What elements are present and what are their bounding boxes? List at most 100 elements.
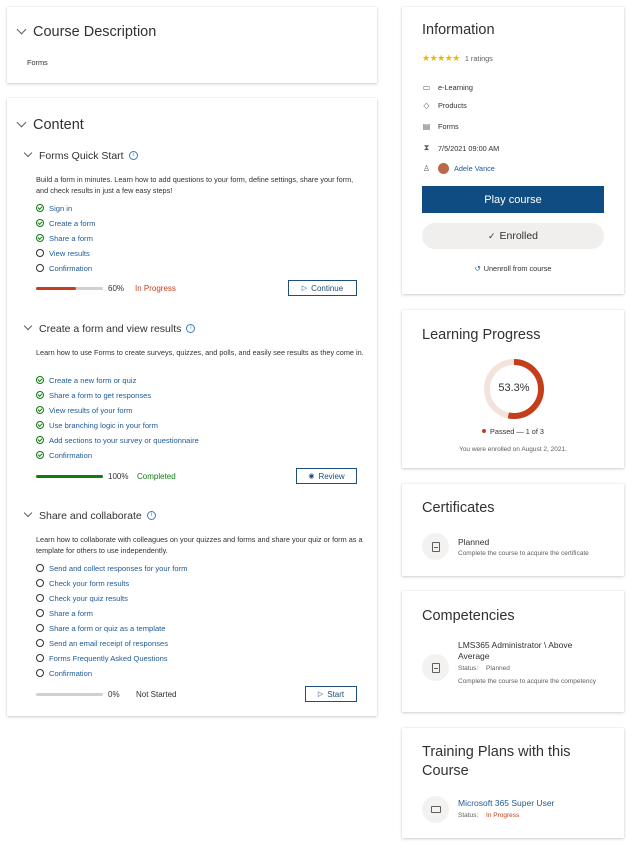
step-item[interactable]: Share a form	[36, 608, 93, 618]
card-title: Information	[422, 22, 495, 38]
legend-dot	[482, 429, 487, 433]
step-status-icon	[36, 391, 44, 399]
competencies-card: Competencies LMS365 Administrator \ Abov…	[402, 591, 624, 712]
step-status-icon	[36, 451, 44, 459]
section-title: Content	[33, 117, 84, 133]
step-item[interactable]: View results of your form	[36, 405, 132, 415]
step-status-icon	[36, 564, 44, 572]
module-description: Build a form in minutes. Learn how to ad…	[36, 175, 354, 195]
module-title: Create a form and view results	[39, 323, 182, 335]
hourglass-icon: ⧗	[423, 143, 430, 152]
enrolled-note: You were enrolled on August 2, 2021.	[459, 446, 567, 453]
continue-button[interactable]: ▷ Continue	[288, 280, 357, 296]
certificate-icon	[431, 541, 440, 552]
step-item[interactable]: Add sections to your survey or questionn…	[36, 435, 199, 445]
step-status-icon	[36, 669, 44, 677]
step-status-icon	[36, 609, 44, 617]
checkmark-icon: ✓	[487, 230, 496, 241]
training-plans-card: Training Plans with this Course Microsof…	[402, 728, 624, 838]
info-icon[interactable]: i	[146, 510, 156, 520]
step-item[interactable]: Share a form	[36, 233, 93, 243]
competency-badge	[422, 654, 449, 681]
step-status-icon	[36, 219, 44, 227]
undo-icon: ↺	[474, 264, 481, 273]
competency-status: Status: Planned	[458, 665, 510, 672]
step-item[interactable]: Create a form	[36, 218, 95, 228]
learning-progress-card: Learning Progress 53.3% Passed — 1 of 3 …	[402, 310, 624, 468]
module-title: Share and collaborate	[39, 510, 142, 522]
step-status-icon	[36, 639, 44, 647]
step-status-icon	[36, 436, 44, 444]
module-header[interactable]: Forms Quick Start i	[23, 148, 138, 162]
progress-bar	[36, 693, 103, 696]
chevron-down-icon	[23, 508, 33, 518]
module-header[interactable]: Create a form and view results i	[23, 321, 196, 335]
progress-fill	[36, 287, 77, 290]
step-item[interactable]: Share a form to get responses	[36, 390, 151, 400]
step-item[interactable]: Check your form results	[36, 578, 129, 588]
folder-icon	[430, 806, 441, 813]
step-status-icon	[36, 624, 44, 632]
competency-title[interactable]: LMS365 Administrator \ Above Average	[458, 640, 598, 662]
play-course-button[interactable]: Play course	[422, 186, 604, 213]
progress-status: Completed	[137, 472, 176, 481]
progress-status: In Progress	[135, 284, 176, 293]
tag-icon: ◇	[423, 101, 430, 110]
star-rating[interactable]: ★★★★★	[422, 53, 460, 64]
enrolled-button[interactable]: ✓ Enrolled	[422, 223, 604, 249]
card-title: Learning Progress	[422, 327, 541, 343]
chevron-down-icon	[23, 148, 33, 158]
step-item[interactable]: View results	[36, 248, 90, 258]
card-title: Training Plans with this Course	[422, 744, 571, 779]
step-status-icon	[36, 406, 44, 414]
step-item[interactable]: Confirmation	[36, 450, 92, 460]
step-status-icon	[36, 594, 44, 602]
certificate-title[interactable]: Planned	[458, 537, 489, 547]
step-item[interactable]: Use branching logic in your form	[36, 420, 158, 430]
author-row: ♙ Adele Vance	[421, 163, 495, 174]
step-item[interactable]: Confirmation	[36, 263, 92, 273]
progress-bar	[36, 287, 103, 290]
course-description-card: Course Description Forms	[7, 7, 377, 83]
module-title: Forms Quick Start	[39, 150, 124, 162]
chevron-down-icon	[16, 117, 27, 127]
certificates-card: Certificates Planned Complete the course…	[402, 484, 624, 576]
chevron-down-icon	[23, 321, 33, 331]
calendar-icon: ▤	[422, 122, 431, 131]
progress-percent: 60%	[108, 284, 125, 293]
step-status-icon	[36, 421, 44, 429]
start-button[interactable]: ▷ Start	[305, 686, 357, 702]
info-icon[interactable]: i	[128, 150, 138, 160]
format-row: ▭ e-Learning	[422, 83, 473, 92]
content-header[interactable]: Content	[16, 117, 84, 133]
content-card: Content Forms Quick Start i Build a form…	[7, 98, 377, 716]
category-row: ◇ Products	[421, 101, 466, 110]
step-status-icon	[36, 249, 44, 257]
step-item[interactable]: Share a form or quiz as a template	[36, 623, 166, 633]
step-item[interactable]: Confirmation	[36, 668, 92, 678]
training-plan-badge	[422, 796, 449, 823]
training-plan-link[interactable]: Microsoft 365 Super User	[458, 798, 554, 808]
certificate-desc: Complete the course to acquire the certi…	[458, 550, 589, 557]
module-header[interactable]: Share and collaborate i	[23, 508, 156, 522]
training-plan-status: Status: In Progress	[458, 812, 520, 819]
progress-percent: 0%	[108, 690, 120, 699]
info-icon[interactable]: i	[186, 323, 196, 333]
ratings-count: 1 ratings	[464, 54, 493, 63]
progress-bar	[36, 475, 103, 478]
step-item[interactable]: Create a new form or quiz	[36, 375, 136, 385]
step-item[interactable]: Sign in	[36, 203, 72, 213]
step-item[interactable]: Forms Frequently Asked Questions	[36, 653, 168, 663]
certificate-badge	[422, 533, 449, 560]
step-item[interactable]: Send an email receipt of responses	[36, 638, 168, 648]
course-description-header[interactable]: Course Description	[16, 24, 157, 40]
section-title: Course Description	[33, 24, 157, 40]
unenroll-link[interactable]: ↺ Unenroll from course	[402, 264, 624, 273]
eye-icon: ◉	[308, 473, 315, 480]
author-link[interactable]: Adele Vance	[454, 164, 495, 173]
step-item[interactable]: Check your quiz results	[36, 593, 128, 603]
step-status-icon	[36, 234, 44, 242]
module-description: Learn how to use Forms to create surveys…	[36, 348, 364, 357]
review-button[interactable]: ◉ Review	[296, 468, 357, 484]
step-item[interactable]: Send and collect responses for your form	[36, 563, 187, 573]
